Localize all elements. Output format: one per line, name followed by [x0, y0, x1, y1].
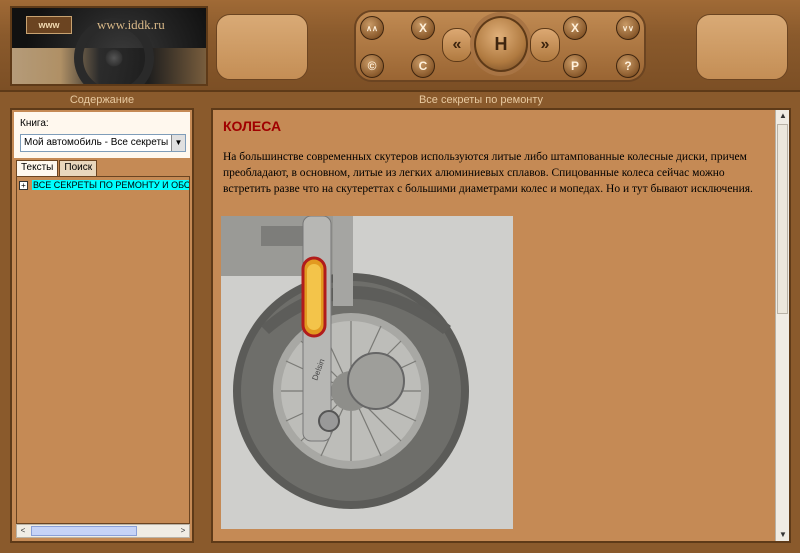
close-right-button[interactable]: X	[563, 16, 587, 40]
book-selected-value: Мой автомобиль - Все секреты по ре	[24, 137, 186, 148]
book-select[interactable]: Мой автомобиль - Все секреты по ре ▼	[20, 134, 186, 152]
horizontal-scrollbar[interactable]: < >	[16, 524, 190, 538]
logo: www www.iddk.ru	[10, 6, 208, 86]
book-selector-area: Книга: Мой автомобиль - Все секреты по р…	[14, 112, 190, 158]
copyright-button[interactable]: ©	[360, 54, 384, 78]
book-label: Книга:	[20, 118, 49, 129]
right-control-panel	[696, 14, 788, 80]
tab-search[interactable]: Поиск	[59, 160, 98, 176]
article-panel: КОЛЕСА На большинстве современных скутер…	[211, 108, 791, 543]
wheel-photo: Delsin	[221, 216, 513, 529]
contents-button[interactable]: C	[411, 54, 435, 78]
panel-tabs: Тексты Поиск	[16, 160, 98, 176]
scroll-down-icon[interactable]: ▼	[776, 529, 789, 541]
tab-texts[interactable]: Тексты	[16, 160, 59, 176]
scroll-thumb[interactable]	[31, 526, 137, 536]
prev-page-button[interactable]: «	[442, 28, 472, 62]
next-page-button[interactable]: »	[530, 28, 560, 62]
scroll-right-icon[interactable]: >	[177, 525, 189, 537]
tree-item-label[interactable]: ВСЕ СЕКРЕТЫ ПО РЕМОНТУ И ОБСЛ	[32, 180, 189, 190]
scroll-up-button[interactable]: ∧∧	[360, 16, 384, 40]
contents-panel: Книга: Мой автомобиль - Все секреты по р…	[10, 108, 194, 543]
scroll-thumb[interactable]	[777, 124, 788, 314]
chevron-down-icon[interactable]: ▼	[171, 135, 185, 151]
home-button[interactable]: H	[474, 16, 528, 72]
www-badge[interactable]: www	[26, 16, 72, 34]
article-section-title: Все секреты по ремонту	[418, 94, 544, 106]
article-content: КОЛЕСА На большинстве современных скутер…	[223, 118, 771, 197]
left-control-panel	[216, 14, 308, 80]
help-button[interactable]: ?	[616, 54, 640, 78]
tree-item[interactable]: + ВСЕ СЕКРЕТЫ ПО РЕМОНТУ И ОБСЛ	[19, 180, 189, 190]
scroll-down-button[interactable]: ∨∨	[616, 16, 640, 40]
article-title: КОЛЕСА	[223, 118, 282, 134]
print-button[interactable]: P	[563, 54, 587, 78]
vertical-scrollbar[interactable]: ▲ ▼	[775, 110, 789, 541]
article-text: На большинстве современных скутеров испо…	[223, 151, 753, 195]
scooter-wheel-image: Delsin	[221, 216, 513, 529]
app-header: www www.iddk.ru ∧∧ © X C « H » X P ∨∨ ?	[0, 0, 800, 92]
expand-icon[interactable]: +	[19, 180, 28, 190]
scroll-left-icon[interactable]: <	[17, 525, 29, 537]
contents-tree: + ВСЕ СЕКРЕТЫ ПО РЕМОНТУ И ОБСЛ	[16, 176, 190, 524]
scroll-up-icon[interactable]: ▲	[776, 110, 789, 122]
site-url[interactable]: www.iddk.ru	[97, 17, 165, 33]
close-left-button[interactable]: X	[411, 16, 435, 40]
contents-title: Содержание	[69, 94, 135, 106]
